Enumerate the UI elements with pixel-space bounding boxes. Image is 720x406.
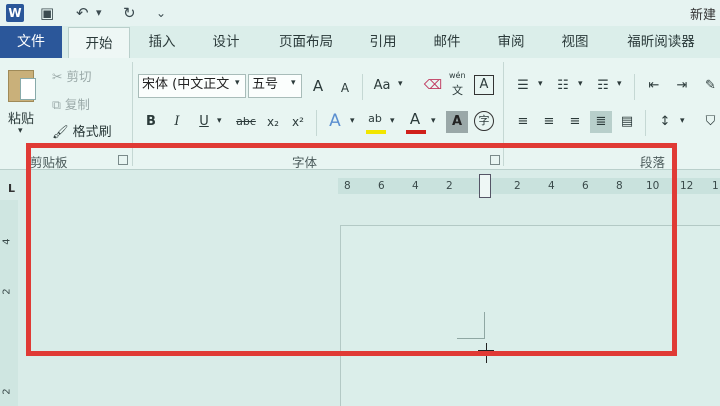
- brush-icon: 🖌: [52, 125, 69, 140]
- title-bar: W ▣ ↶ ▾ ↻ ⌄ 新建: [0, 0, 720, 26]
- font-name-dropdown-icon[interactable]: ▾: [235, 78, 240, 88]
- superscript-button[interactable]: x²: [287, 111, 309, 133]
- vertical-ruler[interactable]: 4 2 2: [0, 200, 18, 406]
- align-right-icon[interactable]: ≡: [564, 111, 586, 133]
- underline-button[interactable]: U: [193, 111, 215, 133]
- word-app-icon: W: [6, 4, 24, 22]
- format-painter-label: 格式刷: [72, 125, 112, 140]
- customize-toolbar-icon[interactable]: ⌄: [156, 3, 166, 23]
- ruler-tick: 2: [1, 288, 13, 295]
- enclose-characters-button[interactable]: 字: [474, 111, 494, 131]
- cut-button[interactable]: ✂ 剪切: [52, 66, 91, 85]
- tab-view[interactable]: 视图: [550, 26, 600, 58]
- phonetic-guide-char: 文: [452, 84, 463, 97]
- phonetic-guide-button[interactable]: wén: [449, 71, 466, 80]
- tab-home[interactable]: 开始: [68, 27, 130, 58]
- paste-page-icon: [20, 78, 36, 100]
- underline-dropdown-icon[interactable]: ▾: [217, 116, 222, 126]
- bullets-dropdown-icon[interactable]: ▾: [538, 79, 543, 89]
- numbering-icon[interactable]: ☷: [552, 75, 574, 97]
- tab-insert[interactable]: 插入: [134, 26, 190, 58]
- numbering-dropdown-icon[interactable]: ▾: [578, 79, 583, 89]
- toolbar-separator: [634, 74, 635, 100]
- paste-label: 粘贴: [8, 112, 35, 127]
- strikethrough-button[interactable]: abc: [232, 111, 260, 133]
- undo-icon[interactable]: ↶: [76, 3, 89, 23]
- tab-design[interactable]: 设计: [198, 26, 254, 58]
- chinese-layout-icon[interactable]: ✎: [701, 75, 720, 97]
- align-center-icon[interactable]: ≡: [538, 111, 560, 133]
- scissors-icon: ✂: [52, 69, 63, 84]
- tab-foxit-reader[interactable]: 福昕阅读器: [616, 26, 706, 58]
- shrink-font-button[interactable]: A: [334, 77, 356, 99]
- bullets-icon[interactable]: ☰: [512, 75, 534, 97]
- format-painter-button[interactable]: 🖌 格式刷: [52, 121, 112, 140]
- align-left-icon[interactable]: ≡: [512, 111, 534, 133]
- highlight-color-swatch: [366, 130, 386, 134]
- tab-mailings[interactable]: 邮件: [422, 26, 472, 58]
- character-border-button[interactable]: A: [474, 75, 494, 95]
- toolbar-separator: [362, 74, 363, 100]
- font-size-dropdown-icon[interactable]: ▾: [291, 78, 296, 88]
- decrease-indent-icon[interactable]: ⇤: [643, 75, 665, 97]
- line-spacing-dropdown-icon[interactable]: ▾: [680, 116, 685, 126]
- change-case-button[interactable]: Aa: [368, 75, 396, 97]
- ruler-tick: 12: [680, 180, 694, 192]
- tab-references[interactable]: 引用: [358, 26, 408, 58]
- italic-button[interactable]: I: [166, 111, 188, 133]
- line-spacing-icon[interactable]: ↕: [654, 111, 676, 133]
- shading-icon[interactable]: ⛉: [701, 111, 720, 133]
- font-color-button[interactable]: A: [404, 108, 426, 130]
- ruler-tick: 4: [1, 238, 13, 245]
- bold-button[interactable]: B: [140, 111, 162, 133]
- ruler-tick: 1: [712, 180, 719, 192]
- text-effects-dropdown-icon[interactable]: ▾: [350, 116, 355, 126]
- subscript-button[interactable]: x₂: [262, 111, 284, 133]
- font-size-value: 五号: [252, 77, 279, 92]
- ruler-tick: 2: [1, 388, 13, 395]
- tab-review[interactable]: 审阅: [486, 26, 536, 58]
- grow-font-button[interactable]: A: [307, 75, 329, 97]
- cut-label: 剪切: [66, 69, 92, 84]
- redo-icon[interactable]: ↻: [123, 3, 136, 23]
- clear-formatting-icon[interactable]: ⌫: [422, 75, 444, 97]
- copy-button[interactable]: ⧉ 复制: [52, 94, 90, 113]
- distributed-icon[interactable]: ▤: [616, 111, 638, 133]
- increase-indent-icon[interactable]: ⇥: [671, 75, 693, 97]
- tab-file[interactable]: 文件: [0, 26, 62, 58]
- tab-selector[interactable]: L: [8, 182, 15, 195]
- copy-icon: ⧉: [52, 97, 61, 112]
- multilevel-list-icon[interactable]: ☶: [592, 75, 614, 97]
- font-name-combobox[interactable]: 宋体 (中文正文: [138, 74, 246, 98]
- annotation-highlight-box: [26, 143, 677, 356]
- copy-label: 复制: [64, 97, 90, 112]
- justify-icon[interactable]: ≣: [590, 111, 612, 133]
- text-effects-button[interactable]: A: [324, 110, 346, 132]
- change-case-dropdown-icon[interactable]: ▾: [398, 79, 403, 89]
- font-color-swatch: [406, 130, 426, 134]
- highlight-dropdown-icon[interactable]: ▾: [390, 116, 395, 126]
- undo-dropdown-icon[interactable]: ▾: [96, 3, 102, 23]
- highlight-color-button[interactable]: ab: [364, 108, 386, 130]
- toolbar-separator: [316, 110, 317, 136]
- save-icon[interactable]: ▣: [40, 3, 54, 23]
- tab-page-layout[interactable]: 页面布局: [268, 26, 344, 58]
- ribbon-tabs: 文件 开始 插入 设计 页面布局 引用 邮件 审阅 视图 福昕阅读器: [0, 26, 720, 58]
- toolbar-separator: [645, 110, 646, 136]
- multilevel-dropdown-icon[interactable]: ▾: [617, 79, 622, 89]
- paste-dropdown-icon[interactable]: ▾: [18, 126, 23, 136]
- font-name-value: 宋体 (中文正文: [142, 77, 230, 92]
- font-color-dropdown-icon[interactable]: ▾: [431, 116, 436, 126]
- document-title: 新建: [689, 8, 716, 23]
- character-shading-button[interactable]: A: [446, 111, 468, 133]
